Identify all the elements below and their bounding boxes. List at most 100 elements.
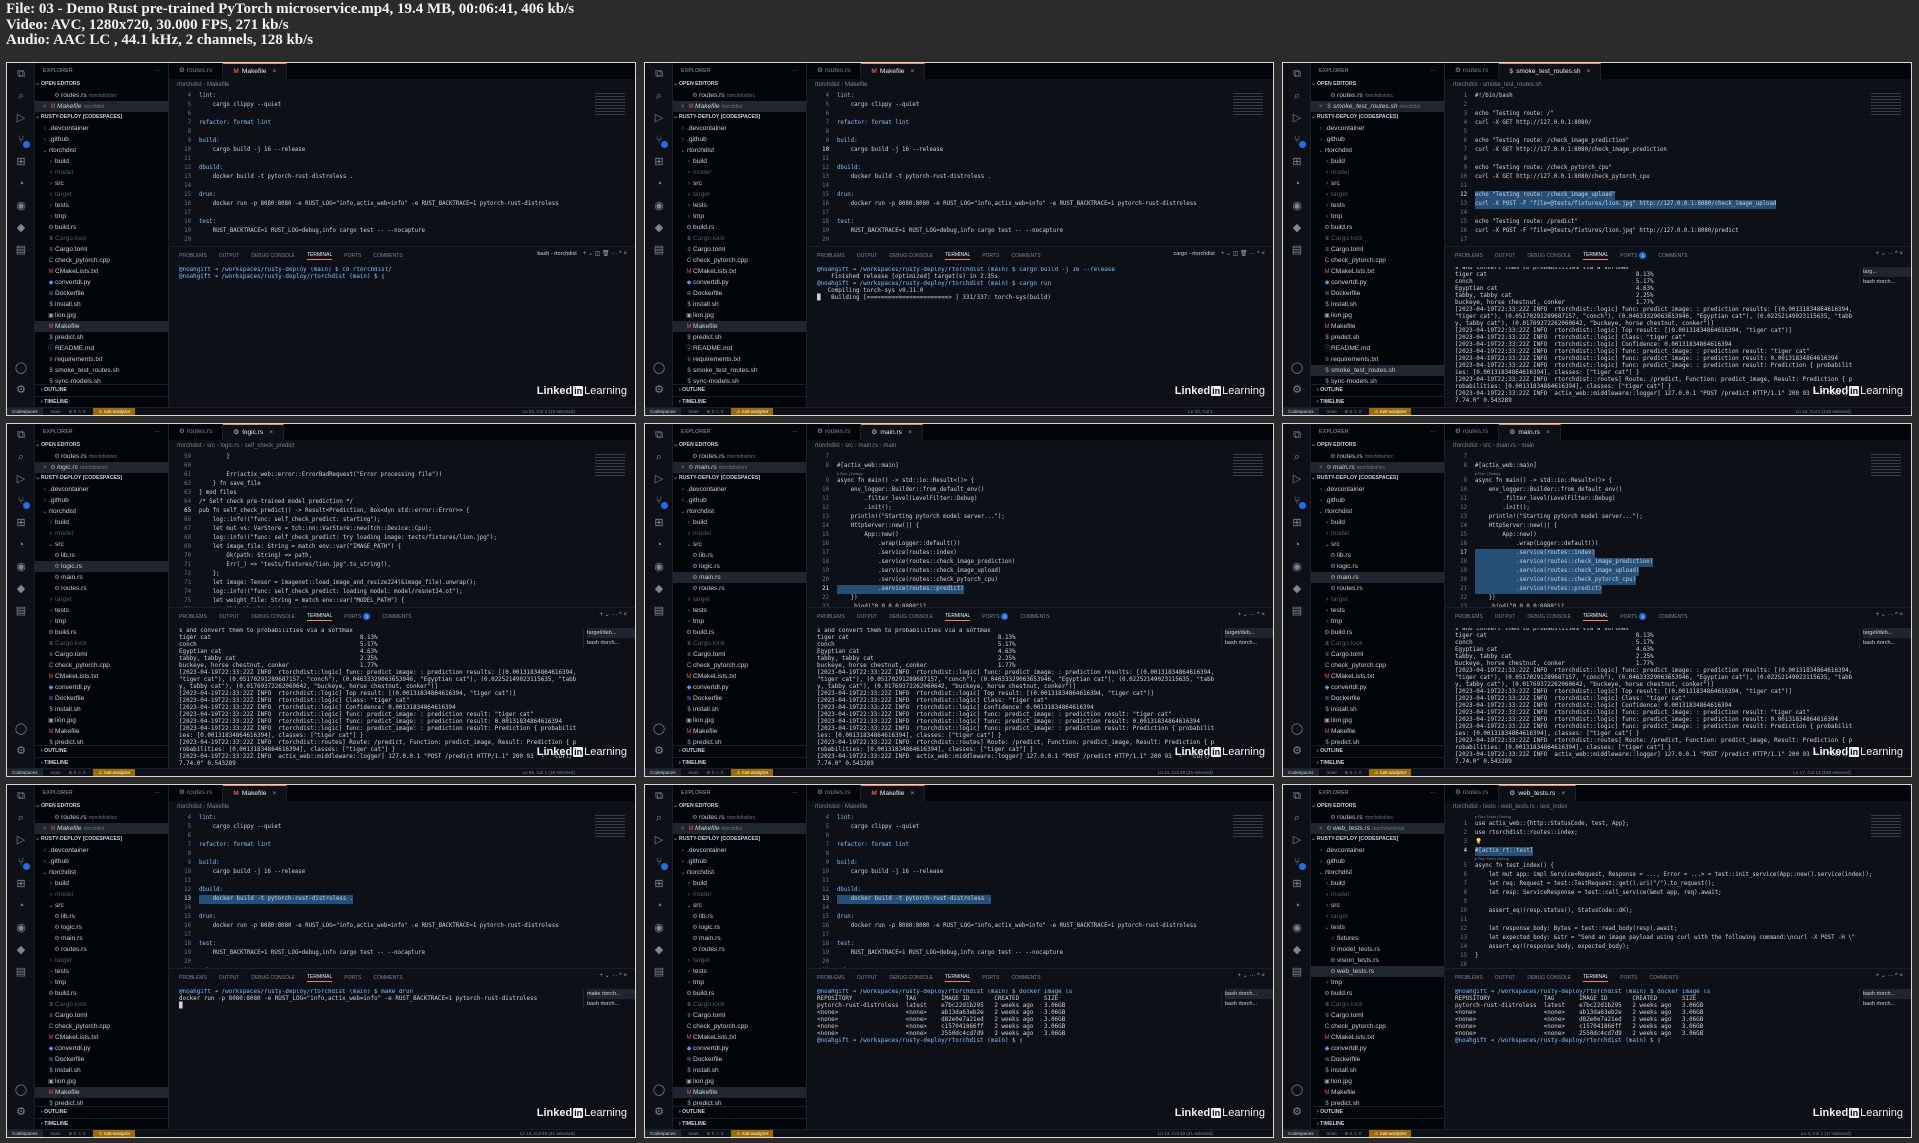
open-editors-header[interactable]: ⌄OPEN EDITORS [673, 79, 806, 90]
folder-item[interactable]: › build [35, 156, 168, 167]
file-item[interactable]: $ smoke_test_routes.sh [1311, 365, 1444, 376]
folder-item[interactable]: › model [673, 889, 806, 900]
files-icon[interactable]: ⧉ [7, 785, 35, 807]
more-icon[interactable]: ··· [1249, 973, 1257, 979]
run-debug-icon[interactable]: ▷ [7, 829, 35, 851]
more-actions-icon[interactable]: ··· [154, 424, 160, 440]
breadcrumb-item[interactable]: web_tests.rs [1496, 804, 1535, 810]
folder-item[interactable]: › build [673, 156, 806, 167]
account-icon[interactable]: ◯ [645, 718, 673, 740]
folder-item[interactable]: ⌄rtorchdist [673, 867, 806, 878]
docker-icon[interactable]: ◆ [7, 578, 35, 600]
file-item[interactable]: M CMakeLists.txt [35, 1032, 168, 1043]
breadcrumb-item[interactable]: src [1478, 443, 1491, 449]
gear-icon[interactable]: ⚙ [645, 1101, 673, 1123]
minimap[interactable] [1871, 93, 1901, 115]
file-item[interactable]: ≋Dockerfile [673, 288, 806, 299]
source-control-icon[interactable]: ⑂ [1283, 490, 1311, 512]
docker-icon[interactable]: ◆ [7, 939, 35, 961]
extensions-icon[interactable]: ⊞ [645, 512, 673, 534]
cursor-position[interactable]: Ln 17, Col 13 (165 selected) [1793, 769, 1851, 776]
open-editor-active[interactable]: × ⚙main.rs rtorchdist/src [1311, 462, 1444, 473]
cursor-position[interactable]: Ln 65, Col 1 (18 selected) [522, 769, 575, 776]
terminal-instance[interactable]: target/deb... [1863, 628, 1911, 638]
testing-icon[interactable]: ▤ [1283, 961, 1311, 983]
file-item[interactable]: $ smoke_test_routes.sh [673, 365, 806, 376]
folder-item[interactable]: › model [35, 889, 168, 900]
file-item[interactable]: ≡ requirements.txt [35, 354, 168, 365]
folder-item[interactable]: › tests [1311, 605, 1444, 616]
workspace-header[interactable]: ⌄RUSTY-DEPLOY [CODESPACES] [35, 834, 168, 845]
files-icon[interactable]: ⧉ [645, 785, 673, 807]
extensions-icon[interactable]: ⊞ [7, 873, 35, 895]
tab-routes[interactable]: ⚙ routes.rs [807, 785, 862, 801]
github-icon[interactable]: ◉ [645, 195, 673, 217]
panel-tab-output[interactable]: OUTPUT [1495, 614, 1516, 620]
cursor-position[interactable]: Ln 4, Col 1 (17 selected) [1801, 1130, 1851, 1137]
breadcrumb-item[interactable]: main.rs [1491, 443, 1516, 449]
branch-indicator[interactable]: main [689, 408, 699, 415]
open-editor-active[interactable]: × M Makefile rtorchdist [35, 823, 168, 834]
folder-item[interactable]: › .devcontainer [35, 123, 168, 134]
cursor-position[interactable]: Ln 10, Col 1 [1188, 408, 1213, 415]
tab-routes[interactable]: ⚙ routes.rs [169, 63, 224, 79]
remote-explorer-icon[interactable]: ◔ [1283, 895, 1311, 917]
panel-tab-problems[interactable]: PROBLEMS [1455, 253, 1483, 259]
folder-item[interactable]: › .devcontainer [1311, 845, 1444, 856]
terminal-instance[interactable]: bash rtorch... [587, 638, 635, 648]
files-icon[interactable]: ⧉ [7, 424, 35, 446]
file-item[interactable]: Ccheck_pytorch.cpp [1311, 255, 1444, 266]
file-item[interactable]: M Makefile [1311, 1087, 1444, 1098]
file-item[interactable]: ◆ convertdl.py [673, 1043, 806, 1054]
open-editor-active[interactable]: × M Makefile rtorchdist [35, 101, 168, 112]
file-item[interactable]: ▣lion.jpg [35, 1076, 168, 1087]
folder-item[interactable]: › src [673, 178, 806, 189]
more-actions-icon[interactable]: ··· [1430, 785, 1436, 801]
search-icon[interactable]: ⌕ [7, 446, 35, 468]
more-actions-icon[interactable]: ··· [154, 63, 160, 79]
close-tab-icon[interactable]: × [1561, 790, 1565, 797]
file-item[interactable]: ▣lion.jpg [1311, 715, 1444, 726]
testing-icon[interactable]: ▤ [7, 600, 35, 622]
file-item[interactable]: M CMakeLists.txt [35, 671, 168, 682]
folder-item[interactable]: › .github [35, 134, 168, 145]
file-item[interactable]: ≡ Cargo.lock [673, 999, 806, 1010]
remote-indicator[interactable]: Codespaces [7, 408, 43, 415]
terminal-output[interactable]: s and convert them to probabilities via … [1455, 628, 1853, 766]
file-item[interactable]: ≡ requirements.txt [673, 354, 806, 365]
file-item[interactable]: ⚙build.rs [35, 627, 168, 638]
search-icon[interactable]: ⌕ [645, 807, 673, 829]
file-item[interactable]: ◆ convertdl.py [1311, 277, 1444, 288]
outline-section[interactable]: › OUTLINE [35, 1106, 168, 1117]
tab-active-file[interactable]: ⚙ main.rs × [1499, 424, 1561, 440]
workspace-header[interactable]: ⌄RUSTY-DEPLOY [CODESPACES] [673, 112, 806, 123]
timeline-section[interactable]: › TIMELINE [673, 396, 806, 407]
folder-item[interactable]: ⌄rtorchdist [1311, 867, 1444, 878]
folder-item[interactable]: › build [673, 517, 806, 528]
source-control-icon[interactable]: ⑂ [645, 851, 673, 873]
file-item[interactable]: M CMakeLists.txt [673, 266, 806, 277]
workspace-header[interactable]: ⌄RUSTY-DEPLOY [CODESPACES] [1311, 834, 1444, 845]
open-editor-active[interactable]: × M Makefile rtorchdist [673, 101, 806, 112]
close-panel-icon[interactable]: × [1261, 612, 1265, 618]
gear-icon[interactable]: ⚙ [7, 1101, 35, 1123]
open-editors-header[interactable]: ⌄OPEN EDITORS [1311, 79, 1444, 90]
file-item[interactable]: Ccheck_pytorch.cpp [35, 1021, 168, 1032]
code-editor[interactable]: 1 #!/bin/bash 2 3 echo "Testing route: /" 4 cu… [1445, 92, 1911, 245]
folder-item[interactable]: › tmp [673, 211, 806, 222]
file-item[interactable]: ⚙routes.rs [35, 944, 168, 955]
rust-analyzer-status[interactable]: ⚠ rust-analyzer [731, 408, 774, 415]
panel-tab-terminal[interactable]: TERMINAL [306, 613, 333, 621]
folder-item[interactable]: › tests [35, 605, 168, 616]
panel-tab-comments[interactable]: COMMENTS [1011, 975, 1040, 981]
breadcrumb-item[interactable]: rtorchdist [815, 804, 840, 810]
file-item[interactable]: M Makefile [35, 321, 168, 332]
account-icon[interactable]: ◯ [1283, 1079, 1311, 1101]
file-item[interactable]: ⚙build.rs [1311, 988, 1444, 999]
cursor-position[interactable]: Ln 13, Col 46 (41 selected) [1158, 1130, 1213, 1137]
run-debug-icon[interactable]: ▷ [645, 468, 673, 490]
terminal-output[interactable]: s and convert them to probabilities via … [1455, 267, 1853, 405]
folder-item[interactable]: › .github [1311, 134, 1444, 145]
panel-tab-problems[interactable]: PROBLEMS [179, 975, 207, 981]
panel-tab-comments[interactable]: COMMENTS [1658, 253, 1687, 259]
